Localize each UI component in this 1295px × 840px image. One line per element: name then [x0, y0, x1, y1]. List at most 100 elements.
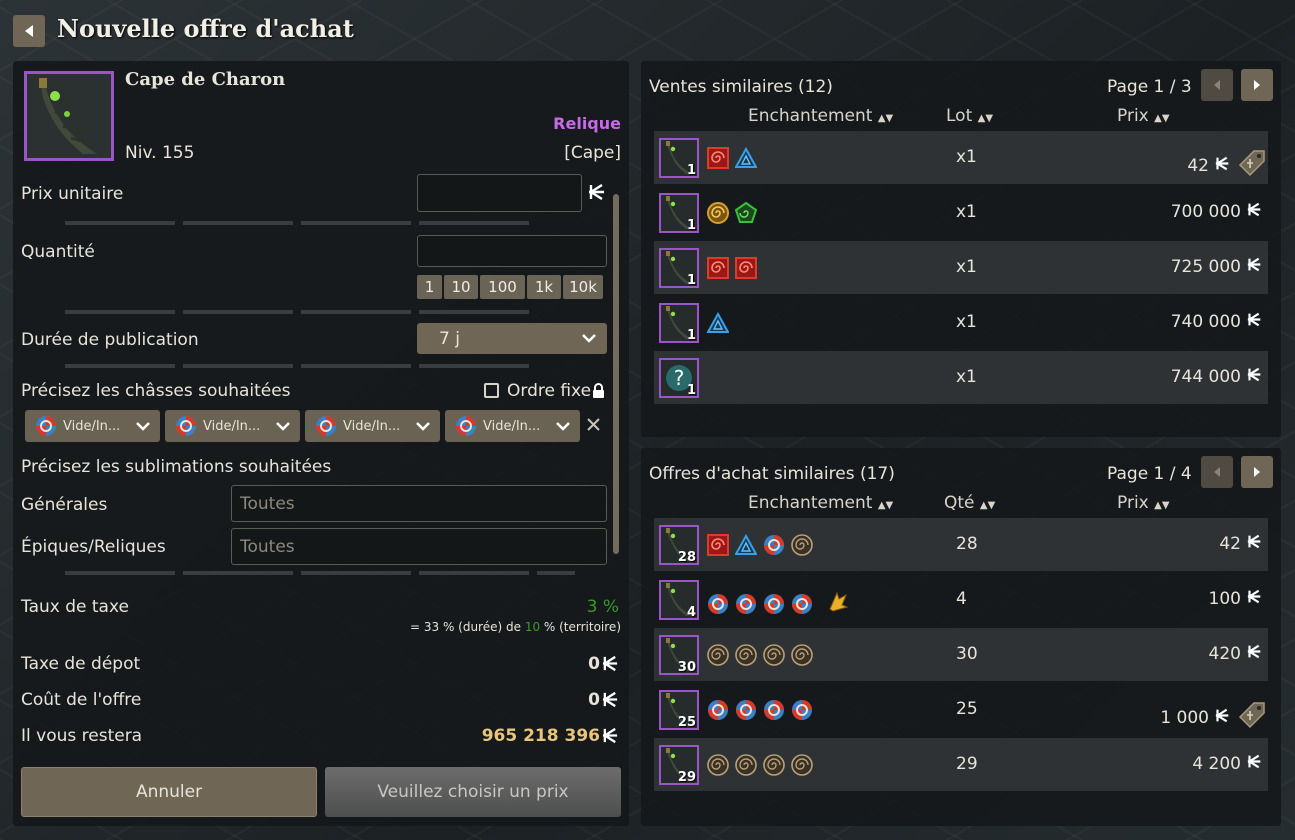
- item-qty: 30: [677, 660, 696, 675]
- duration-value: 7 j: [439, 328, 460, 349]
- price-tag-icon[interactable]: [1236, 147, 1268, 184]
- sales-next-button[interactable]: [1241, 69, 1273, 101]
- blue-triangle-rune-icon: [706, 311, 730, 334]
- socket-select-3[interactable]: Vide/In...: [305, 410, 440, 442]
- enchant-runes: [707, 589, 851, 619]
- multi-orb-rune-icon: [735, 699, 757, 721]
- form-scrollbar[interactable]: [613, 180, 619, 565]
- divider: [65, 310, 535, 314]
- sublimation-icon: [825, 589, 851, 619]
- price-tag-icon[interactable]: [1236, 699, 1268, 736]
- fixed-order-checkbox[interactable]: [484, 383, 499, 398]
- row-price: 700 000: [1171, 202, 1262, 222]
- table-row[interactable]: ? 1 x1 744 000: [654, 351, 1268, 404]
- cape-icon: [39, 78, 97, 154]
- item-qty: 29: [677, 770, 696, 785]
- back-button[interactable]: [13, 15, 45, 47]
- cost-value: 0: [588, 690, 600, 710]
- prev-arrow-icon: [1214, 80, 1220, 90]
- socket-select-4[interactable]: Vide/In...: [445, 410, 580, 442]
- table-row[interactable]: 30 30 420: [654, 628, 1268, 681]
- empty-spiral-rune-icon: [791, 644, 813, 666]
- table-row[interactable]: 1 x1 700 000: [654, 186, 1268, 239]
- general-label: Générales: [21, 495, 108, 515]
- next-arrow-icon: [1254, 467, 1260, 477]
- item-qty: 1: [686, 163, 696, 178]
- epic-sublimation-input[interactable]: Toutes: [231, 528, 607, 565]
- empty-spiral-rune-icon: [735, 644, 757, 666]
- prismatic-orb-icon: [175, 415, 197, 437]
- qty-1k-button[interactable]: 1k: [527, 275, 561, 299]
- scrollbar-thumb[interactable]: [613, 194, 619, 554]
- item-qty: 1: [686, 273, 696, 288]
- sort-icon: ▲▼: [979, 500, 996, 511]
- sort-icon: ▲▼: [1154, 500, 1170, 511]
- item-level: Niv. 155: [125, 143, 195, 163]
- item-thumbnail: 29: [659, 745, 699, 785]
- svg-text:?: ?: [674, 366, 685, 390]
- offers-next-button[interactable]: [1241, 456, 1273, 488]
- item-qty: 1: [686, 328, 696, 343]
- socket-select-1[interactable]: Vide/In...: [25, 410, 160, 442]
- offers-prev-button[interactable]: [1201, 456, 1233, 488]
- price-value: 420: [1208, 644, 1241, 664]
- clear-sockets-icon[interactable]: [586, 417, 601, 436]
- epic-label: Épiques/Reliques: [21, 537, 166, 557]
- table-row[interactable]: 29 29 4 200: [654, 738, 1268, 791]
- item-thumbnail: 1: [659, 303, 699, 343]
- sort-icon: ▲▼: [877, 113, 894, 124]
- table-row[interactable]: 25 25 1 000: [654, 683, 1268, 736]
- qty-1-button[interactable]: 1: [417, 275, 442, 299]
- remain-value: 965 218 396: [481, 726, 600, 746]
- sales-col-enchant[interactable]: Enchantement ▲▼: [748, 106, 893, 126]
- item-thumbnail: 25: [659, 690, 699, 730]
- table-row[interactable]: 4 4 100: [654, 573, 1268, 626]
- sales-col-price[interactable]: Prix ▲▼: [1117, 106, 1170, 126]
- socket-value: Vide/In...: [203, 418, 261, 434]
- offers-title: Offres d'achat similaires (17): [649, 464, 895, 484]
- general-sublimation-input[interactable]: Toutes: [231, 485, 607, 522]
- offers-col-enchant[interactable]: Enchantement ▲▼: [748, 493, 893, 513]
- item-rarity: Relique: [553, 114, 621, 133]
- cancel-button[interactable]: Annuler: [21, 767, 317, 817]
- offers-col-qty[interactable]: Qté ▲▼: [944, 493, 995, 513]
- row-count: 25: [956, 699, 978, 719]
- item-thumbnail: 4: [659, 580, 699, 620]
- sort-icon: ▲▼: [877, 500, 894, 511]
- unit-price-label: Prix unitaire: [21, 184, 124, 204]
- confirm-button[interactable]: Veuillez choisir un prix: [325, 767, 621, 817]
- sublimations-label: Précisez les sublimations souhaitées: [21, 457, 332, 477]
- price-value: 740 000: [1170, 312, 1241, 332]
- duration-select[interactable]: 7 j: [417, 323, 607, 354]
- price-value: 744 000: [1170, 367, 1241, 387]
- qty-10-button[interactable]: 10: [444, 275, 478, 299]
- socket-select-2[interactable]: Vide/In...: [165, 410, 300, 442]
- page-title: Nouvelle offre d'achat: [57, 14, 354, 43]
- remain-label: Il vous restera: [21, 726, 143, 746]
- table-row[interactable]: 1 x1 725 000: [654, 241, 1268, 294]
- table-row[interactable]: 1 x1 740 000: [654, 296, 1268, 349]
- qty-10k-button[interactable]: 10k: [563, 275, 603, 299]
- quantity-input[interactable]: [417, 235, 607, 267]
- sales-col-lot[interactable]: Lot ▲▼: [946, 106, 993, 126]
- red-spiral-rune-icon: [735, 257, 757, 279]
- kama-icon: [588, 183, 606, 205]
- enchant-runes: [707, 533, 813, 556]
- socket-value: Vide/In...: [343, 418, 401, 434]
- price-value: 42: [1187, 155, 1209, 176]
- offers-col-price[interactable]: Prix ▲▼: [1117, 493, 1170, 513]
- kama-icon: [602, 727, 619, 748]
- multi-orb-rune-icon: [763, 593, 785, 615]
- sales-prev-button[interactable]: [1201, 69, 1233, 101]
- qty-100-button[interactable]: 100: [480, 275, 525, 299]
- unit-price-input[interactable]: [417, 174, 582, 212]
- prismatic-orb-icon: [455, 415, 477, 437]
- table-row[interactable]: 28 28 42: [654, 518, 1268, 571]
- offers-page: Page 1 / 4: [1107, 464, 1192, 484]
- table-row[interactable]: 1 x1 42: [654, 131, 1268, 184]
- price-value: 1 000: [1160, 707, 1209, 728]
- row-price: 744 000: [1171, 367, 1262, 387]
- price-value: 725 000: [1170, 257, 1241, 277]
- item-qty: 28: [677, 550, 696, 565]
- cost-label: Coût de l'offre: [21, 690, 142, 710]
